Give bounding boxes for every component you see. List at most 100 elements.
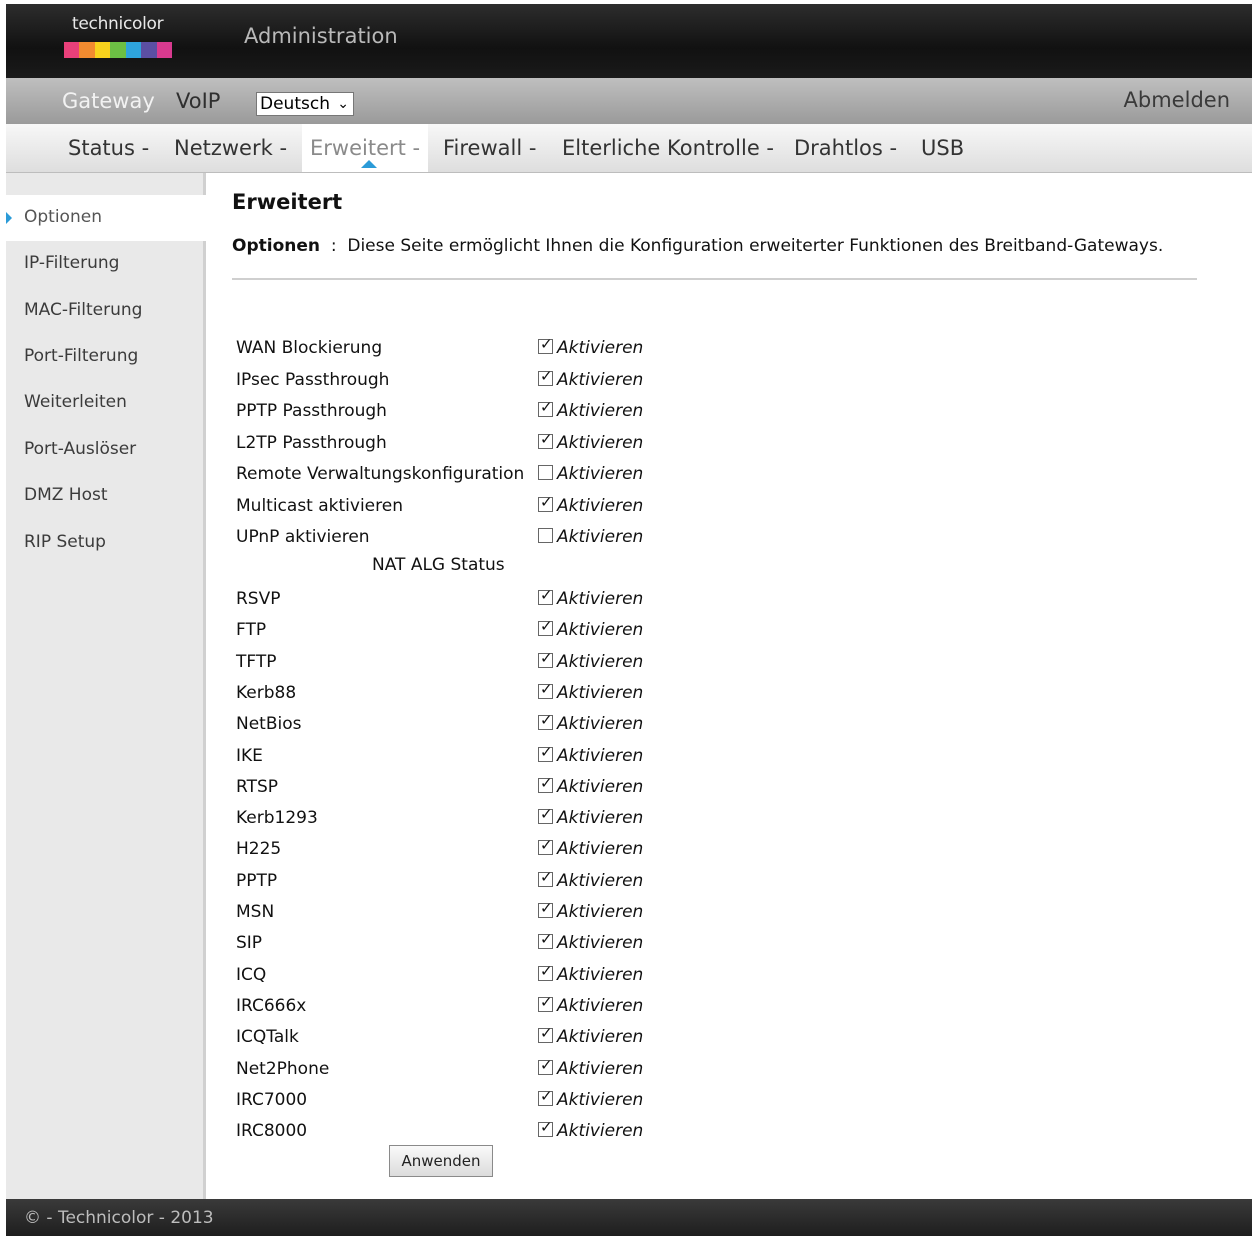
option-row: IRC8000 ✓ Aktivieren [236,1117,696,1145]
enable-checkbox[interactable]: ✓ [538,367,553,386]
enable-label: Aktivieren [557,839,644,860]
tab-elterliche-kontrolle[interactable]: Elterliche Kontrolle - [562,136,774,160]
option-row: SIP ✓ Aktivieren [236,929,696,957]
enable-checkbox[interactable]: ✓ [538,586,553,605]
option-row: FTP ✓ Aktivieren [236,616,696,644]
enable-label: Aktivieren [557,808,644,829]
sidebar-item-port-filterung[interactable]: Port-Filterung [6,334,206,380]
enable-checkbox[interactable] [538,528,553,543]
apply-button[interactable]: Anwenden [389,1145,493,1177]
enable-label: Aktivieren [557,495,644,516]
option-row: Kerb1293 ✓ Aktivieren [236,804,696,832]
sidebar-item-label: Port-Auslöser [24,439,137,459]
sidebar-item-ip-filterung[interactable]: IP-Filterung [6,241,206,287]
divider [232,278,1197,280]
logout-link[interactable]: Abmelden [1124,88,1230,112]
checkmark-icon: ✓ [540,711,553,730]
logo-color-bar [64,42,172,58]
tab-usb[interactable]: USB [921,136,964,160]
checkmark-icon: ✓ [540,617,553,636]
checkmark-icon: ✓ [540,1118,553,1137]
enable-checkbox[interactable]: ✓ [538,962,553,981]
option-label: L2TP Passthrough [236,432,387,453]
option-row: PPTP ✓ Aktivieren [236,867,696,895]
enable-checkbox[interactable]: ✓ [538,430,553,449]
sidebar-item-optionen[interactable]: Optionen [6,195,206,241]
enable-checkbox[interactable]: ✓ [538,398,553,417]
enable-checkbox[interactable]: ✓ [538,836,553,856]
checkmark-icon: ✓ [540,867,553,886]
enable-checkbox[interactable]: ✓ [538,1024,553,1044]
tab-firewall[interactable]: Firewall - [443,136,536,160]
option-label: FTP [236,620,267,641]
enable-label: Aktivieren [557,338,644,358]
sidebar-item-weiterleiten[interactable]: Weiterleiten [6,380,206,426]
option-row: WAN Blockierung ✓ Aktivieren [236,334,696,362]
sidebar-item-mac-filterung[interactable]: MAC-Filterung [6,288,206,334]
sidebar-item-rip-setup[interactable]: RIP Setup [6,520,206,566]
enable-checkbox[interactable]: ✓ [538,1056,553,1075]
enable-checkbox[interactable]: ✓ [538,774,553,793]
sidebar-item-label: Optionen [24,207,102,227]
enable-checkbox[interactable]: ✓ [538,805,553,825]
enable-label: Aktivieren [557,964,644,985]
checkmark-icon: ✓ [540,335,553,353]
nav-gateway[interactable]: Gateway [62,89,155,113]
enable-checkbox[interactable]: ✓ [538,680,553,699]
sidebar-item-port-ausloeser[interactable]: Port-Auslöser [6,427,206,473]
checkmark-icon: ✓ [540,1024,553,1043]
enable-label: Aktivieren [557,464,644,484]
option-label: UPnP aktivieren [236,527,370,547]
checkmark-icon: ✓ [540,992,553,1011]
arrow-right-icon [6,212,12,224]
option-label: WAN Blockierung [236,338,383,358]
option-row: L2TP Passthrough ✓ Aktivieren [236,429,696,457]
enable-checkbox[interactable]: ✓ [538,743,553,762]
tab-netzwerk[interactable]: Netzwerk - [174,136,287,160]
enable-label: Aktivieren [557,620,644,641]
enable-label: Aktivieren [557,369,644,390]
option-label: PPTP [236,870,278,891]
enable-label: Aktivieren [557,933,644,954]
enable-checkbox[interactable]: ✓ [538,649,553,668]
router-admin-page: technicolor Administration Gateway VoIP … [6,4,1252,1236]
enable-checkbox[interactable]: ✓ [538,930,553,950]
enable-checkbox[interactable]: ✓ [538,335,553,354]
enable-checkbox[interactable] [538,465,553,480]
enable-checkbox[interactable]: ✓ [538,711,553,731]
checkmark-icon: ✓ [540,805,553,824]
enable-checkbox[interactable]: ✓ [538,617,553,637]
logo-color-segment [64,42,80,58]
enable-checkbox[interactable]: ✓ [538,1087,553,1106]
footer: © - Technicolor - 2013 [6,1199,1252,1236]
option-label: ICQTalk [236,1027,299,1048]
sub-navigation: Status - Netzwerk - Erweitert - Firewall… [6,124,1252,173]
enable-label: Aktivieren [557,1027,644,1048]
checkmark-icon: ✓ [540,1055,553,1074]
tab-status[interactable]: Status - [68,136,149,160]
option-label: Multicast aktivieren [236,495,403,516]
copyright-text: © - Technicolor - 2013 [24,1208,214,1228]
enable-checkbox[interactable]: ✓ [538,993,553,1012]
enable-checkbox[interactable]: ✓ [538,1118,553,1138]
enable-label: Aktivieren [557,902,644,922]
logo-color-segment [141,42,157,58]
option-label: Kerb1293 [236,808,318,829]
enable-checkbox[interactable]: ✓ [538,899,553,918]
option-label: Remote Verwaltungskonfiguration [236,464,525,484]
tab-drahtlos[interactable]: Drahtlos - [794,136,897,160]
enable-checkbox[interactable]: ✓ [538,868,553,887]
option-row: ICQ ✓ Aktivieren [236,961,696,989]
language-select[interactable]: Deutsch ⌄ [256,92,354,116]
chevron-down-icon: ⌄ [337,96,349,112]
checkmark-icon: ✓ [540,1086,553,1105]
option-row: Net2Phone ✓ Aktivieren [236,1055,696,1083]
enable-checkbox[interactable]: ✓ [538,493,553,512]
option-row: IPsec Passthrough ✓ Aktivieren [236,366,696,394]
enable-label: Aktivieren [557,1121,644,1142]
option-row: H225 ✓ Aktivieren [236,835,696,863]
nav-voip[interactable]: VoIP [176,89,220,113]
option-row: NetBios ✓ Aktivieren [236,710,696,738]
sidebar-item-dmz-host[interactable]: DMZ Host [6,473,206,519]
logo-color-segment [94,42,111,58]
